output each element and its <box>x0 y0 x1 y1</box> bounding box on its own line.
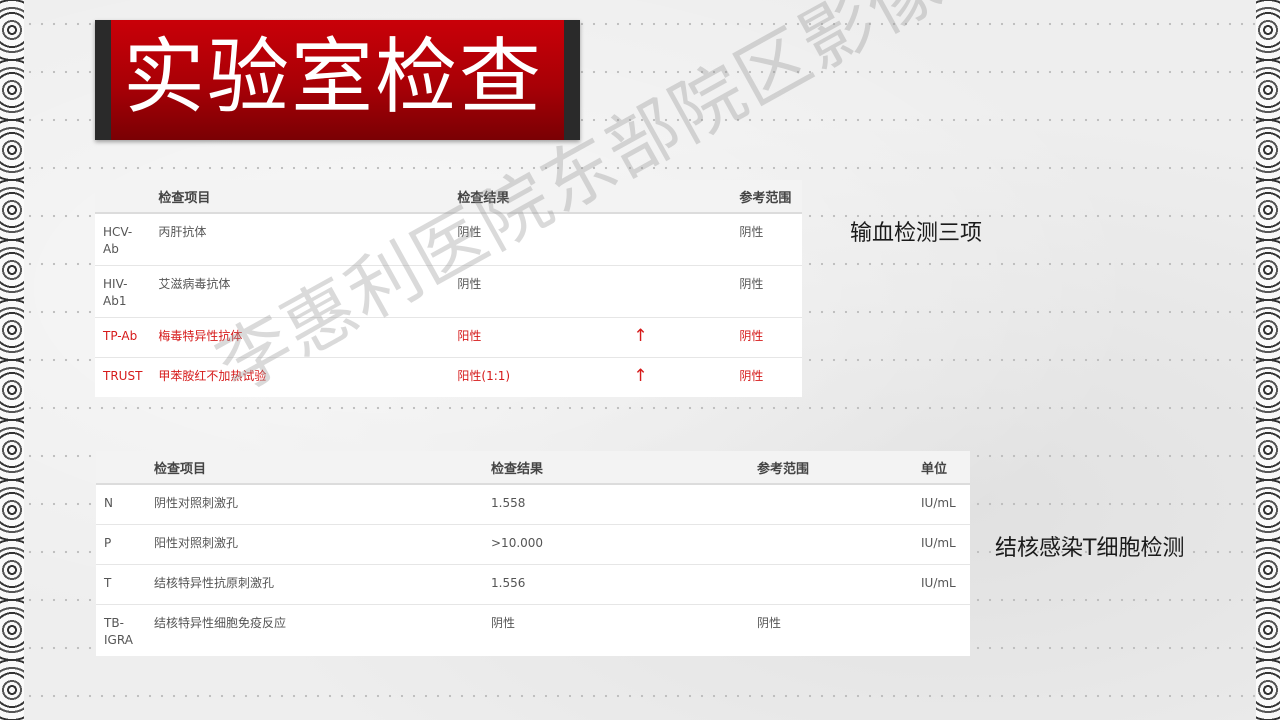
header-flag <box>625 180 732 214</box>
test-reference: 阴性 <box>731 357 802 397</box>
test-code: HIV-Ab1 <box>95 265 151 318</box>
test-result: 阴性 <box>483 604 749 656</box>
test-result: 1.556 <box>483 564 749 605</box>
test-code: TP-Ab <box>95 317 151 358</box>
header-item: 检查项目 <box>146 451 483 485</box>
test-name: 结核特异性细胞免疫反应 <box>146 604 483 656</box>
test-unit: IU/mL <box>913 564 970 605</box>
table-row: N 阴性对照刺激孔 1.558 IU/mL <box>96 483 970 525</box>
test-result: 阳性 <box>449 317 626 358</box>
test-result: 1.558 <box>483 483 749 525</box>
header-code <box>96 451 146 485</box>
table-row: HCV-Ab 丙肝抗体 阴性 阴性 <box>95 212 802 266</box>
table-row: HIV-Ab1 艾滋病毒抗体 阴性 阴性 <box>95 265 802 318</box>
test-code: T <box>96 564 146 605</box>
test-result: >10.000 <box>483 524 749 565</box>
tb-test-label: 结核感染T细胞检测 <box>995 536 1185 561</box>
tb-igra-table: 检查项目 检查结果 参考范围 单位 N 阴性对照刺激孔 1.558 IU/mL … <box>96 451 970 656</box>
test-code: N <box>96 483 146 525</box>
test-name: 阴性对照刺激孔 <box>146 483 483 525</box>
test-name: 结核特异性抗原刺激孔 <box>146 564 483 605</box>
up-arrow-icon: ↑ <box>625 317 732 358</box>
test-name: 梅毒特异性抗体 <box>150 317 450 358</box>
test-code: P <box>96 524 146 565</box>
transfusion-test-table: 检查项目 检查结果 参考范围 HCV-Ab 丙肝抗体 阴性 阴性 HIV-Ab1… <box>95 180 802 397</box>
header-code <box>95 180 151 214</box>
table-header-row: 检查项目 检查结果 参考范围 <box>95 180 802 214</box>
test-reference <box>749 524 913 565</box>
test-code: TRUST <box>95 357 151 397</box>
header-unit: 单位 <box>913 451 970 485</box>
header-reference: 参考范围 <box>731 180 802 214</box>
test-reference: 阴性 <box>731 317 802 358</box>
table-header-row: 检查项目 检查结果 参考范围 单位 <box>96 451 970 485</box>
test-unit: IU/mL <box>913 483 970 525</box>
table-row: TRUST 甲苯胺红不加热试验 阳性(1:1) ↑ 阴性 <box>95 357 802 397</box>
test-reference: 阴性 <box>731 212 802 266</box>
test-result: 阴性 <box>449 265 626 318</box>
abnormal-flag <box>625 212 732 266</box>
transfusion-test-label: 输血检测三项 <box>850 221 983 246</box>
test-reference <box>749 483 913 525</box>
up-arrow-icon: ↑ <box>625 357 732 397</box>
test-name: 丙肝抗体 <box>150 212 450 266</box>
test-code: TB-IGRA <box>96 604 146 656</box>
decorative-border-left <box>0 0 24 720</box>
header-item: 检查项目 <box>150 180 450 214</box>
test-result: 阳性(1:1) <box>449 357 626 397</box>
page-title: 实验室检查 <box>123 30 544 125</box>
test-code: HCV-Ab <box>95 212 151 266</box>
test-unit <box>913 604 970 656</box>
title-banner: 实验室检查 <box>95 20 580 140</box>
test-result: 阴性 <box>449 212 626 266</box>
test-reference: 阴性 <box>749 604 913 656</box>
test-unit: IU/mL <box>913 524 970 565</box>
test-reference <box>749 564 913 605</box>
decorative-border-right <box>1256 0 1280 720</box>
abnormal-flag <box>625 265 732 318</box>
table-row: T 结核特异性抗原刺激孔 1.556 IU/mL <box>96 564 970 605</box>
test-name: 艾滋病毒抗体 <box>150 265 450 318</box>
test-reference: 阴性 <box>731 265 802 318</box>
header-result: 检查结果 <box>483 451 749 485</box>
header-reference: 参考范围 <box>749 451 913 485</box>
header-result: 检查结果 <box>449 180 626 214</box>
test-name: 阳性对照刺激孔 <box>146 524 483 565</box>
table-row: P 阳性对照刺激孔 >10.000 IU/mL <box>96 524 970 565</box>
table-row: TB-IGRA 结核特异性细胞免疫反应 阴性 阴性 <box>96 604 970 656</box>
test-name: 甲苯胺红不加热试验 <box>150 357 450 397</box>
table-row: TP-Ab 梅毒特异性抗体 阳性 ↑ 阴性 <box>95 317 802 358</box>
